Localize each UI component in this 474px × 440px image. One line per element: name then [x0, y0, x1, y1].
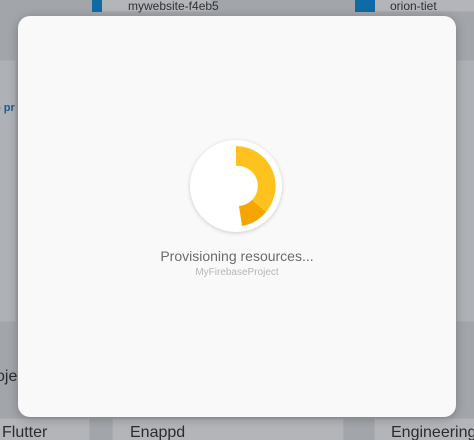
section-heading: oje: [0, 368, 18, 385]
project-card-title: Flutter: [2, 424, 48, 440]
status-text: Provisioning resources...: [160, 248, 314, 264]
project-card-accent: [92, 0, 102, 12]
project-card-title: mywebsite-f4eb5: [128, 0, 219, 13]
background-link[interactable]: p pr: [0, 102, 15, 114]
project-card-title: Engineering: [391, 424, 474, 440]
project-card-right[interactable]: [456, 60, 474, 322]
provisioning-dialog: Provisioning resources... MyFirebaseProj…: [18, 16, 456, 417]
progress-ring-icon: [236, 146, 276, 226]
project-card-title: Enappd: [130, 424, 186, 440]
project-card-accent: [355, 0, 375, 12]
project-name: MyFirebaseProject: [195, 267, 279, 278]
spinner: [190, 140, 282, 232]
project-card-left[interactable]: [0, 60, 16, 322]
project-card-title: orion-tiet: [390, 0, 437, 13]
